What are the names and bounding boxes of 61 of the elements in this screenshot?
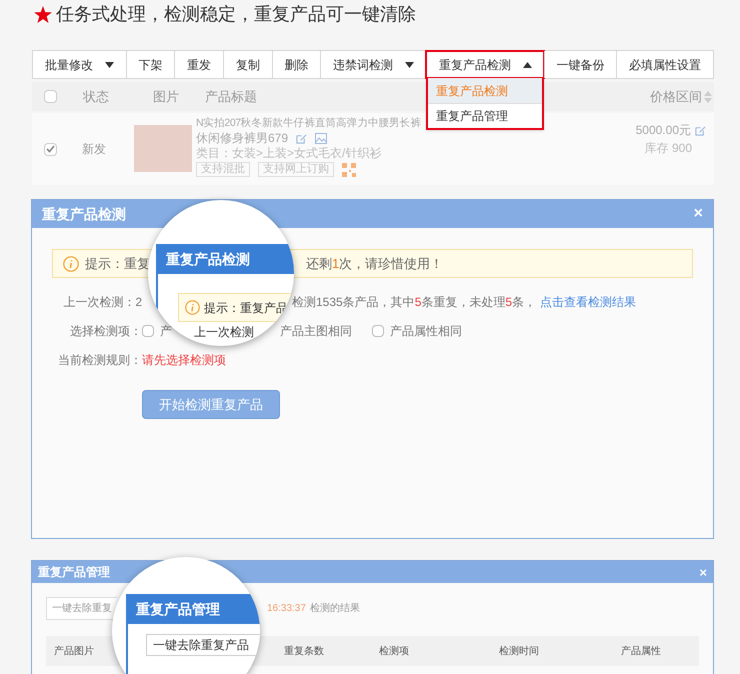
checkbox[interactable]: [44, 90, 57, 103]
photo-placeholder: [134, 125, 192, 172]
product-title: N实拍207秋冬新款牛仔裤直筒高弹力中腰男长裤: [196, 116, 421, 131]
field-label: 选择检测项：: [69, 323, 142, 340]
rule-value: 请先选择检测项: [142, 352, 226, 369]
stock-text: 库存 900: [644, 140, 692, 157]
category-text: 类目：女装>上装>女式毛衣/针织衫: [196, 146, 382, 161]
toolbar-button[interactable]: 重复产品检测: [426, 51, 544, 78]
caret-icon: [522, 62, 532, 68]
field-label: 上一次检测：2: [62, 294, 142, 311]
option-label: 产品属性相同: [390, 323, 462, 340]
column-header: 产品标题: [205, 88, 257, 106]
option-label: 产品主图相同: [280, 323, 352, 340]
headline: 任务式处理，检测稳定，重复产品可一键清除: [56, 2, 416, 26]
dialog-title: 重复产品检测: [42, 204, 126, 224]
toolbar-button[interactable]: 下架: [126, 51, 174, 78]
column-header: 检测项: [379, 646, 409, 656]
price-text: 5000.00元: [636, 122, 691, 139]
caret-icon: [405, 62, 414, 68]
checkbox[interactable]: [372, 325, 384, 337]
sort-icon: [704, 90, 712, 102]
star-icon: [34, 6, 52, 22]
toolbar-button[interactable]: 一键备份: [544, 51, 616, 78]
field-label: 当前检测规则：: [57, 352, 142, 369]
column-header: 检测时间: [499, 646, 539, 656]
time-text: 16:33:37: [267, 602, 306, 616]
qr-code-icon[interactable]: [342, 162, 356, 176]
column-header: 重复条数: [284, 646, 324, 656]
toolbar-button[interactable]: 复制: [223, 51, 272, 78]
column-header: 状态: [83, 88, 110, 106]
edit-icon[interactable]: [695, 124, 706, 136]
dialog-title: 重复产品管理: [38, 564, 110, 581]
image-icon[interactable]: [315, 133, 328, 144]
column-header: 产品图片: [54, 646, 94, 656]
toolbar-button[interactable]: 批量修改: [33, 51, 126, 78]
toolbar-button[interactable]: 必填属性设置: [616, 51, 714, 78]
toolbar-button[interactable]: 删除: [272, 51, 320, 78]
edit-icon[interactable]: [296, 133, 308, 144]
remove-duplicates-button[interactable]: 一键去除重复产品: [146, 634, 260, 656]
tag: 支持网上订购: [258, 162, 334, 177]
field-label: 上一次检测: [194, 324, 254, 341]
info-icon: [185, 300, 200, 315]
last-check-text: 检测1535条产品，其中5条重复，未处理5条，: [292, 294, 536, 311]
column-header: 产品属性: [621, 646, 661, 656]
result-text: 检测的结果: [310, 602, 360, 616]
option-label: 产: [160, 323, 172, 340]
info-icon: [63, 256, 79, 272]
menu-item[interactable]: 重复产品管理: [428, 103, 542, 128]
caret-icon: [104, 62, 114, 68]
product-title: 休闲修身裤男679: [196, 131, 288, 146]
checkbox[interactable]: [142, 325, 154, 337]
dialog-title: 重复产品检测: [166, 250, 250, 268]
dialog-title: 重复产品管理: [136, 600, 220, 618]
toolbar-button[interactable]: 重发: [174, 51, 224, 78]
status-text: 新发: [82, 141, 107, 158]
tag: 支持混批: [196, 162, 250, 177]
column-header: 价格区间: [650, 88, 702, 106]
tip-text: 提示：重复: [85, 254, 150, 273]
column-header: 图片: [153, 88, 180, 106]
tip-text: 还剩1次，请珍惜使用！: [306, 254, 444, 273]
checkbox[interactable]: [44, 142, 57, 156]
